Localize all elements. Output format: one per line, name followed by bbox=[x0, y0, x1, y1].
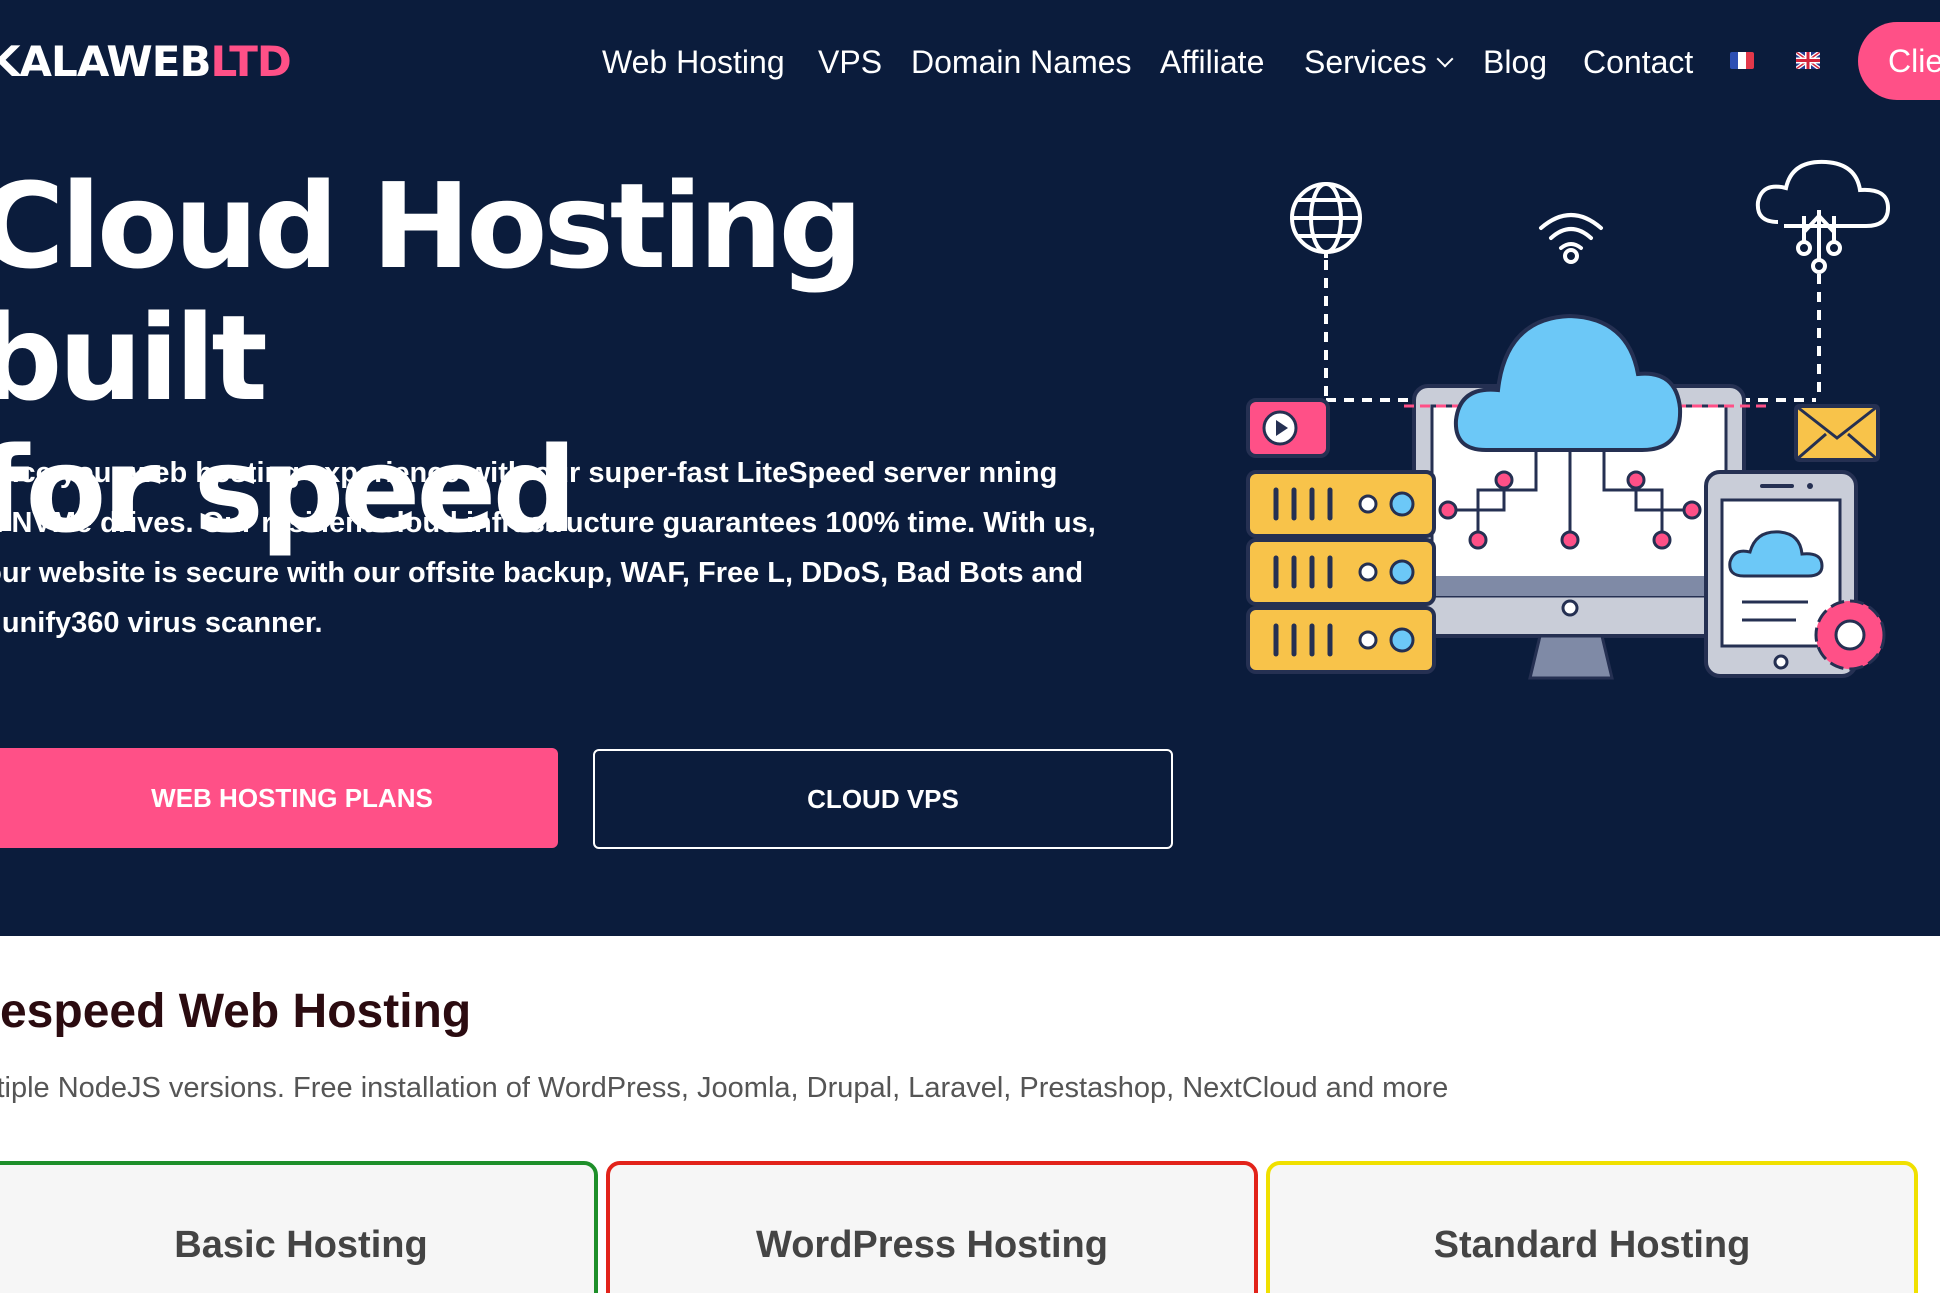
uk-flag-icon[interactable] bbox=[1796, 52, 1820, 69]
main-nav: Web Hosting VPS Domain Names Affiliate S… bbox=[0, 40, 1940, 84]
wifi-icon bbox=[1539, 213, 1603, 264]
video-play-icon bbox=[1246, 398, 1330, 458]
cloud-hosting-illustration bbox=[1246, 159, 1891, 680]
nav-item-services-label: Services bbox=[1304, 44, 1427, 80]
nav-item-web-hosting[interactable]: Web Hosting bbox=[602, 40, 785, 84]
cloud-icon bbox=[1453, 313, 1683, 452]
plan-card-title: Basic Hosting bbox=[174, 1224, 428, 1266]
nav-item-vps[interactable]: VPS bbox=[818, 40, 882, 84]
globe-icon bbox=[1290, 182, 1362, 258]
chevron-down-icon bbox=[1436, 50, 1454, 68]
hero-title-line-1: Cloud Hosting built bbox=[0, 157, 863, 427]
cloud-network-icon bbox=[1755, 159, 1891, 274]
plan-card-wordpress[interactable]: WordPress Hosting bbox=[606, 1161, 1258, 1293]
french-flag-icon[interactable] bbox=[1730, 52, 1754, 69]
envelope-icon bbox=[1794, 404, 1880, 462]
plan-card-title: Standard Hosting bbox=[1433, 1224, 1751, 1266]
plan-card-basic[interactable]: Basic Hosting bbox=[0, 1161, 598, 1293]
section-title: tespeed Web Hosting bbox=[0, 985, 472, 1038]
hero-section: KALAWEBLTD Web Hosting VPS Domain Names … bbox=[0, 0, 1940, 936]
plan-card-title: WordPress Hosting bbox=[756, 1224, 1108, 1266]
page: KALAWEBLTD Web Hosting VPS Domain Names … bbox=[0, 0, 1940, 1293]
nav-item-blog[interactable]: Blog bbox=[1483, 40, 1547, 84]
nav-item-services[interactable]: Services bbox=[1304, 40, 1454, 84]
nav-item-contact[interactable]: Contact bbox=[1583, 40, 1693, 84]
nav-item-affiliate[interactable]: Affiliate bbox=[1160, 40, 1264, 84]
cloud-vps-button[interactable]: CLOUD VPS bbox=[593, 749, 1173, 849]
web-hosting-plans-button[interactable]: WEB HOSTING PLANS bbox=[0, 748, 558, 848]
plan-card-standard[interactable]: Standard Hosting bbox=[1266, 1161, 1918, 1293]
client-area-button[interactable]: Clie bbox=[1858, 22, 1940, 100]
server-stack-icon bbox=[1246, 470, 1436, 674]
section-subtitle: ltiple NodeJS versions. Free installatio… bbox=[0, 1072, 1449, 1104]
hero-description: hance your web hosting experience with o… bbox=[0, 457, 1096, 639]
nav-item-domain-names[interactable]: Domain Names bbox=[911, 40, 1132, 84]
gear-icon bbox=[1814, 599, 1886, 671]
